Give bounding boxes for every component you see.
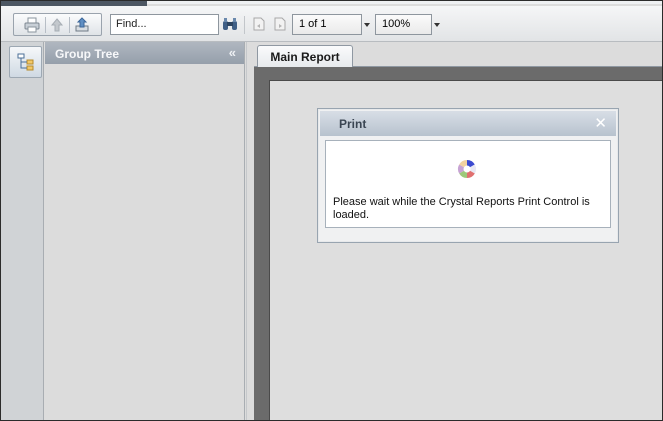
- left-icon-rail: [1, 42, 44, 420]
- group-tree-header: Group Tree «: [45, 42, 244, 64]
- group-tree-title: Group Tree: [55, 47, 120, 61]
- printer-icon[interactable]: [22, 16, 42, 34]
- next-page-icon[interactable]: [272, 16, 288, 32]
- page-number-field[interactable]: 1 of 1: [292, 14, 362, 35]
- dialog-title: Print: [339, 117, 367, 131]
- close-icon[interactable]: ✕: [594, 114, 607, 132]
- toolbar-separator: [244, 16, 245, 34]
- page-dropdown-arrow-icon[interactable]: [364, 23, 370, 27]
- zoom-level-field[interactable]: 100%: [375, 14, 432, 35]
- dialog-body: Please wait while the Crystal Reports Pr…: [325, 140, 611, 228]
- tab-main-report[interactable]: Main Report: [257, 45, 353, 68]
- collapse-panel-icon[interactable]: «: [229, 45, 236, 60]
- print-dialog: Print ✕ Please wait while the Crystal Re…: [317, 108, 619, 243]
- dialog-header: Print ✕: [320, 111, 616, 136]
- group-tree-icon: [17, 53, 33, 71]
- report-tab-bar: Main Report: [254, 42, 662, 68]
- loading-spinner-icon: [457, 160, 477, 178]
- zoom-dropdown-arrow-icon[interactable]: [434, 23, 440, 27]
- search-input[interactable]: Find...: [110, 14, 219, 35]
- dialog-message: Please wait while the Crystal Reports Pr…: [333, 196, 590, 221]
- export-icon[interactable]: [72, 16, 92, 34]
- binoculars-icon[interactable]: [222, 16, 238, 32]
- toolbar-separator: [69, 17, 70, 33]
- top-strip: [147, 1, 662, 4]
- toolbar-separator: [45, 17, 46, 33]
- up-arrow-icon[interactable]: [47, 16, 67, 34]
- toolbar: Find... 1 of 1 100%: [1, 6, 662, 42]
- toolbar-button-group: [13, 13, 102, 36]
- group-tree-toggle-button[interactable]: [9, 46, 42, 78]
- panel-splitter[interactable]: [246, 42, 254, 420]
- group-tree-panel: Group Tree «: [45, 42, 245, 420]
- crystal-reports-viewer: Find... 1 of 1 100% Group Tree « Main Re…: [0, 0, 663, 421]
- previous-page-icon[interactable]: [251, 16, 267, 32]
